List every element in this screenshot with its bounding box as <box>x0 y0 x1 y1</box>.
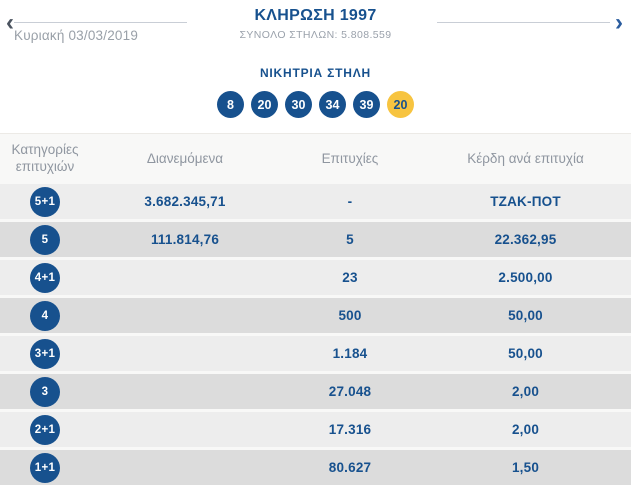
chevron-right-icon[interactable]: › <box>609 10 629 36</box>
winning-column-title: ΝΙΚΗΤΡΙΑ ΣΤΗΛΗ <box>259 66 372 80</box>
draw-navigation: ‹ Κυριακή 03/03/2019 ΚΛΗΡΩΣΗ 1997 ΣΥΝΟΛΟ… <box>0 0 631 55</box>
wins-value: 17.316 <box>328 422 372 437</box>
winning-numbers: 8 20 30 34 39 20 <box>0 91 631 118</box>
results-rows: 5+1 3.682.345,71 - ΤΖΑΚ-ΠΟΤ 5 111.814,76… <box>0 184 631 485</box>
wins-value: 27.048 <box>328 384 372 399</box>
wins-value: 23 <box>342 270 358 285</box>
distributed-value: 3.682.345,71 <box>144 194 226 209</box>
winning-number-ball: 39 <box>353 91 380 118</box>
table-row: 5 111.814,76 5 22.362,95 <box>0 222 631 257</box>
table-row: 4 500 50,00 <box>0 298 631 333</box>
wins-value: - <box>347 194 353 209</box>
winning-number-ball: 20 <box>251 91 278 118</box>
prize-value: 2,00 <box>511 422 540 437</box>
winning-number-ball: 30 <box>285 91 312 118</box>
category-badge: 5+1 <box>30 186 60 217</box>
winning-number-ball: 34 <box>319 91 346 118</box>
category-badge: 1+1 <box>30 452 60 483</box>
wins-value: 5 <box>346 232 354 247</box>
wins-value: 500 <box>338 308 362 323</box>
category-badge: 2+1 <box>30 414 60 445</box>
category-badge: 4 <box>30 300 60 331</box>
table-row: 3+1 1.184 50,00 <box>0 336 631 371</box>
table-row: 3 27.048 2,00 <box>0 374 631 409</box>
table-row: 4+1 23 2.500,00 <box>0 260 631 295</box>
prize-value: 22.362,95 <box>494 232 557 247</box>
table-row: 5+1 3.682.345,71 - ΤΖΑΚ-ΠΟΤ <box>0 184 631 219</box>
prize-value: 50,00 <box>508 346 543 361</box>
total-columns: ΣΥΝΟΛΟ ΣΤΗΛΩΝ: 5.808.559 <box>239 29 392 41</box>
winning-column-section: ΝΙΚΗΤΡΙΑ ΣΤΗΛΗ 8 20 30 34 39 20 <box>0 55 631 118</box>
category-badge: 4+1 <box>30 262 60 293</box>
column-header-prize: Κέρδη ανά επιτυχία <box>467 150 584 166</box>
joker-number-ball: 20 <box>387 91 414 118</box>
table-row: 1+1 80.627 1,50 <box>0 450 631 485</box>
wins-value: 1.184 <box>332 346 368 361</box>
prize-value: 2.500,00 <box>498 270 553 285</box>
distributed-value: 111.814,76 <box>150 232 220 247</box>
results-table: Κατηγορίες επιτυχιών Διανεμόμενα Επιτυχί… <box>0 133 631 485</box>
prize-value: 50,00 <box>508 308 543 323</box>
prize-value: 2,00 <box>511 384 540 399</box>
category-badge: 3+1 <box>30 338 60 369</box>
prize-value: ΤΖΑΚ-ΠΟΤ <box>490 194 561 209</box>
column-header-distributed: Διανεμόμενα <box>146 150 224 166</box>
column-header-categories: Κατηγορίες επιτυχιών <box>11 142 79 174</box>
prize-value: 1,50 <box>511 460 540 475</box>
winning-number-ball: 8 <box>217 91 244 118</box>
category-badge: 3 <box>30 376 60 407</box>
wins-value: 80.627 <box>328 460 372 475</box>
category-badge: 5 <box>30 224 60 255</box>
right-divider-line <box>437 22 610 23</box>
column-header-wins: Επιτυχίες <box>321 150 379 166</box>
results-table-header: Κατηγορίες επιτυχιών Διανεμόμενα Επιτυχί… <box>0 134 631 184</box>
table-row: 2+1 17.316 2,00 <box>0 412 631 447</box>
